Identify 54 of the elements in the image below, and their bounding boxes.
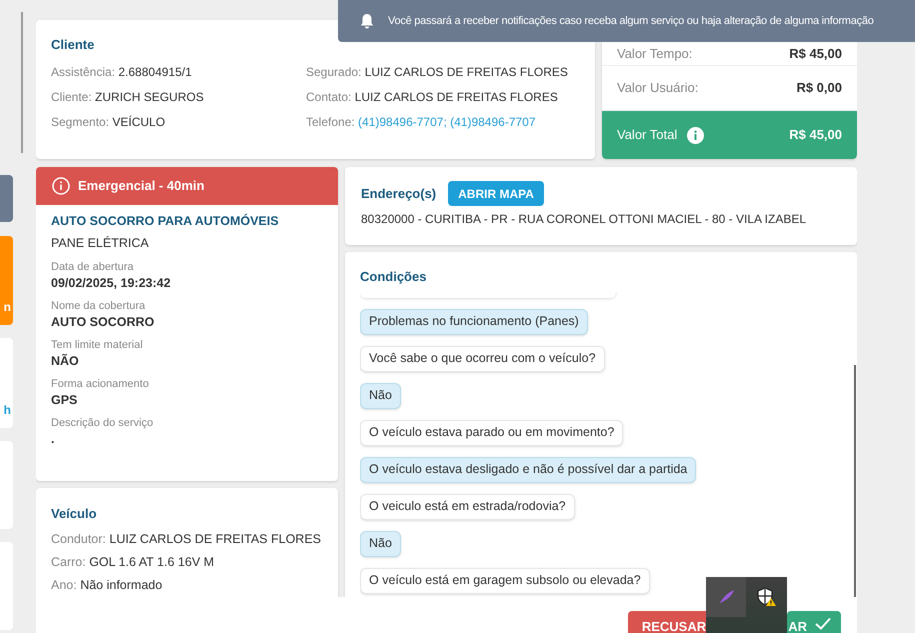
priority-text: Emergencial - 40min xyxy=(78,177,204,196)
field-text: Cliente: ZURICH SEGUROS xyxy=(51,88,205,106)
answer-bubble: Problemas no funcionamento (Panes) xyxy=(360,308,588,334)
field-label: Nome da cobertura xyxy=(51,299,146,314)
card-title: Condições xyxy=(360,268,428,286)
value-amount: R$ 45,00 xyxy=(789,44,842,63)
card-title: Endereço(s) xyxy=(361,184,436,203)
accept-button[interactable]: AR xyxy=(787,611,841,633)
field-value: NÃO xyxy=(51,353,80,369)
service-subtitle: PANE ELÉTRICA xyxy=(51,235,150,252)
check-icon xyxy=(815,617,831,630)
answer-bubble: O veículo estava desligado e não é possível dar a partida xyxy=(360,456,696,482)
address-text: 80320000 - CURITIBA - PR - RUA CORONEL OTTONI MACIEL - 80 - VILA IZABEL xyxy=(361,211,808,228)
value-amount: R$ 0,00 xyxy=(796,79,842,98)
field-text: Condutor: LUIZ CARLOS DE FREITAS FLORES xyxy=(51,530,322,548)
question-bubble: O veículo está em garagem subsolo ou elevada? xyxy=(360,568,650,594)
answer-bubble: Não xyxy=(360,382,401,408)
value-label: Valor Tempo: xyxy=(617,44,692,63)
side-card-text: h xyxy=(4,404,11,416)
service-title: AUTO SOCORRO PARA AUTOMÓVEIS xyxy=(51,213,280,230)
field-text: Ano: Não informado xyxy=(51,576,164,594)
field-value: AUTO SOCORRO xyxy=(51,314,156,330)
value-label: Valor Total xyxy=(617,126,678,144)
info-icon[interactable] xyxy=(687,126,704,144)
info-icon xyxy=(52,177,70,195)
question-bubble: O veículo estava parado ou em movimento? xyxy=(360,420,624,446)
phone-field: Telefone: (41)98496-7707; (41)98496-7707 xyxy=(306,114,580,130)
field-label: Forma acionamento xyxy=(51,377,150,392)
field-value: 09/02/2025, 19:23:42 xyxy=(51,275,172,291)
field-text: Segurado: LUIZ CARLOS DE FREITAS FLORES xyxy=(306,64,569,80)
feather-icon[interactable] xyxy=(717,588,735,606)
field-text: Assistência: 2.68804915/1 xyxy=(51,64,193,80)
field-label: Descrição do serviço xyxy=(51,416,154,431)
shield-warning-icon[interactable] xyxy=(756,587,776,607)
side-card-text: n xyxy=(4,301,11,313)
answer-bubble: Não xyxy=(360,530,401,556)
card-title: Cliente xyxy=(51,36,96,54)
question-bubble: O veiculo está em estrada/rodovia? xyxy=(360,494,575,520)
value-amount: R$ 45,00 xyxy=(789,126,842,144)
field-value: GPS xyxy=(51,392,78,408)
field-text: Contato: LUIZ CARLOS DE FREITAS FLORES xyxy=(306,88,559,106)
bell-icon xyxy=(360,13,374,29)
card-title: Veículo xyxy=(51,505,98,523)
field-label: Tem limite material xyxy=(51,338,144,353)
question-bubble: Você sabe o que ocorreu com o veículo? xyxy=(360,346,605,372)
open-map-button[interactable]: ABRIR MAPA xyxy=(448,181,544,206)
value-label: Valor Usuário: xyxy=(617,79,698,98)
side-card xyxy=(0,175,13,222)
field-label: Data de abertura xyxy=(51,260,135,275)
phone-link[interactable]: (41)98496-7707; (41)98496-7707 xyxy=(358,114,536,128)
field-text: Segmento: VEÍCULO xyxy=(51,114,166,130)
notification-text: Você passará a receber notificações caso receba algum serviço ou haja alteração de alguma informação xyxy=(388,14,874,29)
field-value: . xyxy=(51,431,56,447)
field-text: Carro: GOL 1.6 AT 1.6 16V M xyxy=(51,554,216,570)
